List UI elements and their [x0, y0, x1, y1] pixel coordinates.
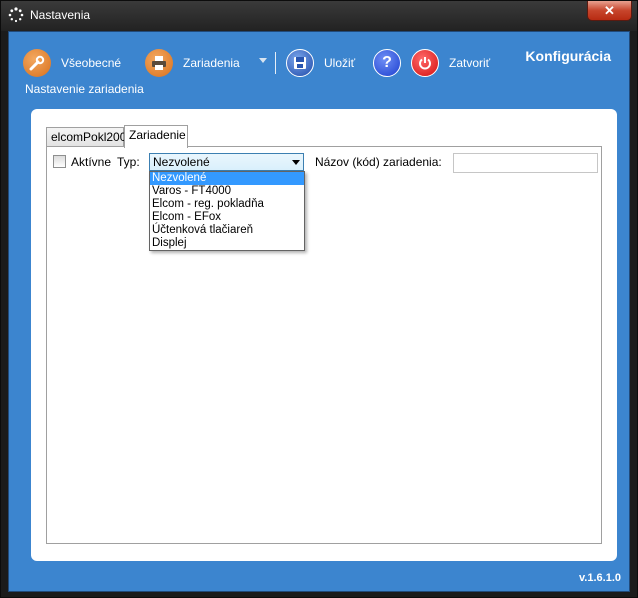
dropdown-option-varos[interactable]: Varos - FT4000: [150, 185, 304, 198]
dropdown-option-displej[interactable]: Displej: [150, 237, 304, 250]
type-select[interactable]: Nezvolené: [149, 153, 304, 171]
devices-label: Zariadenia: [183, 56, 240, 70]
device-name-input[interactable]: [453, 153, 598, 173]
app-icon: [8, 7, 24, 23]
tab-content: Aktívne Typ: Nezvolené Nezvolené Varos -…: [46, 146, 602, 544]
page-subtitle: Nastavenie zariadenia: [25, 82, 144, 96]
type-label: Typ:: [117, 155, 140, 169]
save-button[interactable]: Uložiť: [286, 48, 355, 78]
title-bar: Nastavenia ✕: [1, 1, 637, 31]
client-area: Všeobecné Zariadenia Uložiť ? Zatvoriť K…: [8, 31, 630, 592]
power-icon: [411, 49, 439, 77]
devices-button[interactable]: Zariadenia: [145, 48, 240, 78]
version-label: v.1.6.1.0: [579, 572, 621, 584]
dropdown-option-elcom-pokladna[interactable]: Elcom - reg. pokladňa: [150, 198, 304, 211]
wrench-icon: [23, 49, 51, 77]
type-dropdown-list: Nezvolené Varos - FT4000 Elcom - reg. po…: [149, 171, 305, 251]
active-label: Aktívne: [71, 155, 112, 169]
general-button[interactable]: Všeobecné: [23, 48, 121, 78]
printer-icon: [145, 49, 173, 77]
content-panel: elcomPokl200 Zariadenie Aktívne Typ: Nez…: [31, 109, 617, 561]
dropdown-option-nezvolene[interactable]: Nezvolené: [150, 172, 304, 185]
window-title: Nastavenia: [30, 8, 91, 22]
section-title: Konfigurácia: [525, 48, 611, 64]
tab-elcompokl200[interactable]: elcomPokl200: [46, 127, 126, 147]
chevron-down-icon: [292, 160, 300, 165]
dropdown-option-tlaciaren[interactable]: Účtenková tlačiareň: [150, 224, 304, 237]
dropdown-option-elcom-efox[interactable]: Elcom - EFox: [150, 211, 304, 224]
active-checkbox[interactable]: [53, 155, 66, 168]
toolbar-separator: [275, 52, 276, 74]
close-button[interactable]: Zatvoriť: [411, 48, 490, 78]
type-select-value: Nezvolené: [153, 155, 210, 169]
floppy-icon: [286, 49, 314, 77]
close-label: Zatvoriť: [449, 56, 491, 70]
tab-zariadenie[interactable]: Zariadenie: [124, 125, 188, 148]
device-name-label: Názov (kód) zariadenia:: [315, 155, 442, 169]
settings-window: Nastavenia ✕ Všeobecné Zariadenia Uložiť…: [0, 0, 638, 598]
question-icon: ?: [373, 49, 401, 77]
general-label: Všeobecné: [61, 56, 122, 70]
help-button[interactable]: ?: [373, 48, 411, 78]
window-close-button[interactable]: ✕: [587, 1, 632, 21]
save-label: Uložiť: [324, 56, 356, 70]
devices-dropdown-icon[interactable]: [259, 58, 267, 63]
